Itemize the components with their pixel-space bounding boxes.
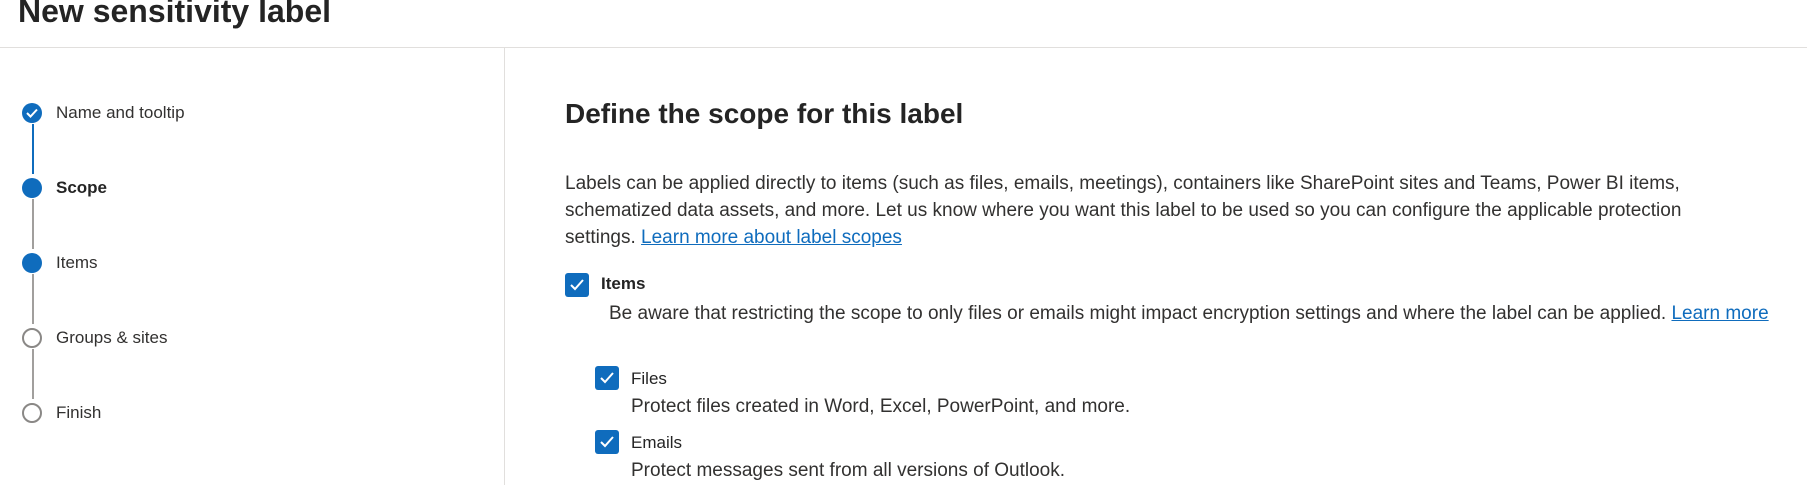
- step-items[interactable]: Items: [22, 252, 442, 274]
- empty-circle-icon: [22, 403, 42, 423]
- step-label: Groups & sites: [56, 328, 168, 347]
- step-connector: [32, 199, 34, 249]
- page-title: New sensitivity label: [18, 0, 332, 29]
- step-label: Items: [56, 253, 98, 272]
- learn-more-link[interactable]: Learn more: [1671, 303, 1768, 324]
- step-label: Name and tooltip: [56, 103, 185, 122]
- emails-description: Protect messages sent from all versions …: [631, 460, 1066, 481]
- learn-more-label-scopes-link[interactable]: Learn more about label scopes: [641, 227, 902, 248]
- step-groups-and-sites[interactable]: Groups & sites: [22, 327, 442, 349]
- section-heading: Define the scope for this label: [565, 98, 964, 129]
- header-divider: [0, 47, 1807, 48]
- files-description: Protect files created in Word, Excel, Po…: [631, 396, 1131, 417]
- step-name-and-tooltip[interactable]: Name and tooltip: [22, 102, 442, 124]
- checkmark-icon: [22, 103, 42, 123]
- step-label: Scope: [56, 178, 108, 197]
- step-connector: [32, 124, 34, 174]
- intro-paragraph: Labels can be applied directly to items …: [565, 170, 1745, 251]
- items-checkbox-label[interactable]: Items: [601, 274, 645, 294]
- files-checkbox[interactable]: [595, 366, 619, 390]
- step-connector: [32, 349, 34, 399]
- step-dot-icon: [22, 253, 42, 273]
- step-scope[interactable]: Scope: [22, 177, 442, 199]
- step-finish[interactable]: Finish: [22, 402, 442, 424]
- stepper-divider: [504, 48, 505, 485]
- step-label: Finish: [56, 403, 102, 422]
- items-description: Be aware that restricting the scope to o…: [609, 300, 1789, 327]
- step-connector: [32, 274, 34, 324]
- emails-checkbox[interactable]: [595, 430, 619, 454]
- items-checkbox[interactable]: [565, 273, 589, 297]
- empty-circle-icon: [22, 328, 42, 348]
- files-checkbox-label[interactable]: Files: [631, 369, 667, 389]
- emails-checkbox-label[interactable]: Emails: [631, 433, 682, 453]
- items-warning-text: Be aware that restricting the scope to o…: [609, 303, 1667, 324]
- current-step-icon: [22, 178, 42, 198]
